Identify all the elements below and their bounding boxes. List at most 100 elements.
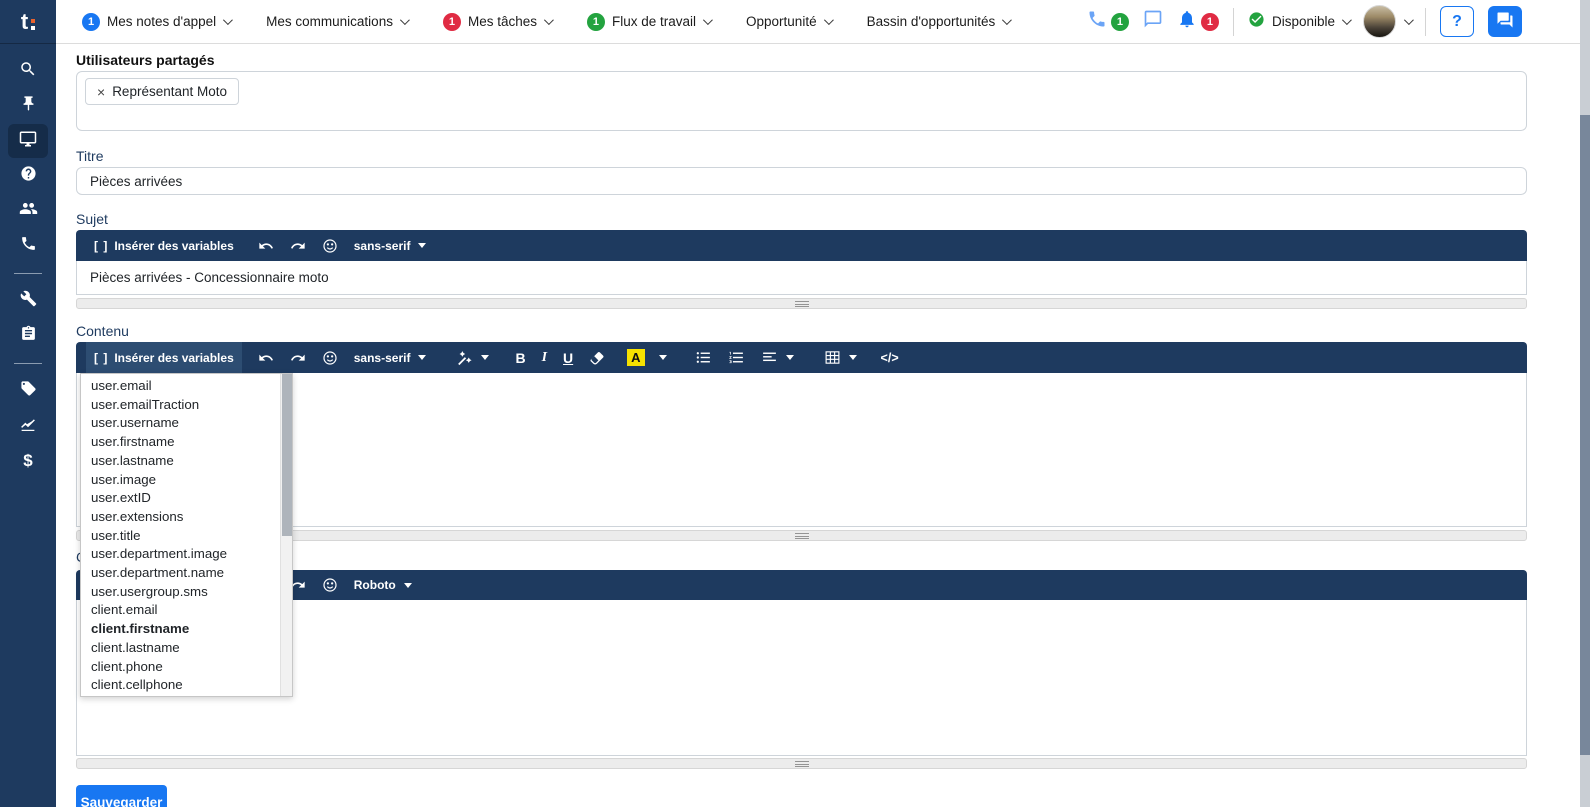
font-family-dropdown[interactable]: Roboto [346, 570, 420, 601]
page-scrollbar-thumb[interactable] [1580, 115, 1590, 755]
variable-option[interactable]: user.image [81, 471, 280, 490]
clear-format-button[interactable] [581, 342, 613, 373]
chevron-down-icon [1403, 15, 1414, 26]
shared-user-chip[interactable]: × Représentant Moto [85, 78, 240, 105]
subject-editor-body[interactable]: Pièces arrivées - Concessionnaire moto [76, 261, 1527, 295]
calls-button[interactable]: 1 [1087, 9, 1129, 34]
remove-chip-icon[interactable]: × [97, 85, 105, 99]
title-input[interactable]: Pièces arrivées [76, 167, 1527, 195]
nav-mes-taches[interactable]: 1 Mes tâches [442, 12, 554, 31]
availability-dropdown[interactable]: Disponible [1248, 11, 1352, 33]
redo-button[interactable] [282, 342, 314, 373]
sidebar-item-billing[interactable]: $ [8, 444, 48, 478]
dollar-icon: $ [23, 451, 33, 470]
nav-flux-de-travail[interactable]: 1 Flux de travail [586, 12, 713, 31]
nav-bassin-opportunites[interactable]: Bassin d'opportunités [867, 14, 1013, 29]
nav-mes-notes-appel[interactable]: 1 Mes notes d'appel [82, 12, 234, 31]
variable-option[interactable]: user.extID [81, 489, 280, 508]
insert-variables-button[interactable]: [ ] Insérer des variables [86, 342, 242, 373]
undo-button[interactable] [250, 342, 282, 373]
caret-down-icon [785, 355, 794, 360]
variable-option[interactable]: user.emailTraction [81, 396, 280, 415]
emoji-icon [323, 578, 337, 592]
variables-dropdown: user.email user.emailTraction user.usernam… [80, 373, 293, 697]
messages-button[interactable] [1143, 9, 1163, 34]
undo-button[interactable] [250, 230, 282, 261]
caret-down-icon [403, 582, 412, 588]
variable-option[interactable]: user.email [81, 377, 280, 396]
variable-option[interactable]: user.title [81, 527, 280, 546]
text-color-dropdown[interactable]: A [619, 342, 674, 373]
user-menu[interactable] [1363, 5, 1414, 38]
sidebar-item-settings[interactable] [8, 284, 48, 318]
topbar-actions: 1 1 Disponible ? [1087, 5, 1566, 38]
code-view-button[interactable]: </> [873, 342, 907, 373]
numbered-list-button[interactable] [720, 342, 753, 373]
check-circle-icon [1248, 11, 1265, 33]
divider [1425, 7, 1426, 36]
align-dropdown[interactable] [753, 342, 802, 373]
sidebar-item-screen[interactable] [8, 124, 48, 158]
title-label: Titre [76, 148, 104, 164]
variable-option[interactable]: user.department.image [81, 545, 280, 564]
variable-option[interactable]: user.username [81, 414, 280, 433]
insert-variables-button[interactable]: [ ] Insérer des variables [86, 230, 242, 261]
save-button[interactable]: Sauvegarder [76, 785, 167, 807]
emoji-button[interactable] [314, 342, 346, 373]
resize-handle[interactable] [76, 530, 1527, 541]
bullet-list-button[interactable] [687, 342, 720, 373]
sidebar-item-pinned[interactable] [8, 89, 48, 123]
underline-button[interactable]: U [555, 342, 581, 373]
shared-users-field[interactable]: × Représentant Moto [76, 71, 1527, 131]
variable-option[interactable]: user.department.name [81, 564, 280, 583]
grip-icon [794, 533, 809, 539]
font-family-dropdown[interactable]: sans-serif [346, 342, 435, 373]
content-editor-body[interactable] [76, 373, 1527, 527]
variable-option[interactable]: client.lastname [81, 639, 280, 658]
redo-button[interactable] [282, 230, 314, 261]
resize-handle[interactable] [76, 758, 1527, 769]
dropdown-scrollbar-thumb[interactable] [282, 374, 292, 536]
variable-option[interactable]: user.usergroup.sms [81, 583, 280, 602]
table-dropdown[interactable] [816, 342, 865, 373]
emoji-icon [323, 238, 337, 253]
sidebar-item-tags[interactable] [8, 374, 48, 408]
variable-option[interactable]: client.cellphone [81, 676, 280, 695]
italic-button[interactable]: I [534, 342, 555, 373]
variable-option[interactable]: user.extensions [81, 508, 280, 527]
app-logo[interactable]: t [0, 0, 56, 44]
page-scrollbar[interactable] [1580, 0, 1590, 807]
sms-editor-body[interactable] [76, 600, 1527, 756]
avatar [1363, 5, 1396, 38]
sidebar-item-help[interactable] [8, 159, 48, 193]
search-icon [19, 60, 37, 83]
chat-bubble-icon [1143, 9, 1163, 34]
chat-panel-button[interactable] [1488, 6, 1522, 37]
chevron-down-icon [399, 15, 410, 26]
count-badge: 1 [442, 12, 461, 31]
bold-button[interactable]: B [507, 342, 533, 373]
notifications-button[interactable]: 1 [1177, 9, 1219, 34]
subject-toolbar: [ ] Insérer des variables sans-serif [76, 230, 1527, 261]
variable-option[interactable]: client.phone [81, 658, 280, 677]
variable-option[interactable]: user.firstname [81, 433, 280, 452]
variable-option[interactable]: client.firstname [81, 620, 280, 639]
sidebar-item-reports[interactable] [8, 409, 48, 443]
sidebar-item-search[interactable] [8, 54, 48, 88]
emoji-button[interactable] [314, 570, 346, 601]
nav-mes-communications[interactable]: Mes communications [266, 14, 410, 29]
emoji-button[interactable] [314, 230, 346, 261]
dropdown-scrollbar[interactable] [280, 374, 292, 696]
nav-opportunite[interactable]: Opportunité [746, 14, 834, 29]
highlight-color-icon: A [627, 348, 645, 367]
variable-option[interactable]: user.lastname [81, 452, 280, 471]
font-family-dropdown[interactable]: sans-serif [346, 230, 435, 261]
variable-option[interactable]: client.email [81, 601, 280, 620]
resize-handle[interactable] [76, 298, 1527, 309]
sidebar-item-tasks[interactable] [8, 319, 48, 353]
chat-panel-icon [1496, 11, 1514, 32]
help-button[interactable]: ? [1440, 6, 1474, 37]
magic-style-dropdown[interactable] [448, 342, 497, 373]
sidebar-item-users[interactable] [8, 194, 48, 228]
sidebar-item-phone[interactable] [8, 229, 48, 263]
